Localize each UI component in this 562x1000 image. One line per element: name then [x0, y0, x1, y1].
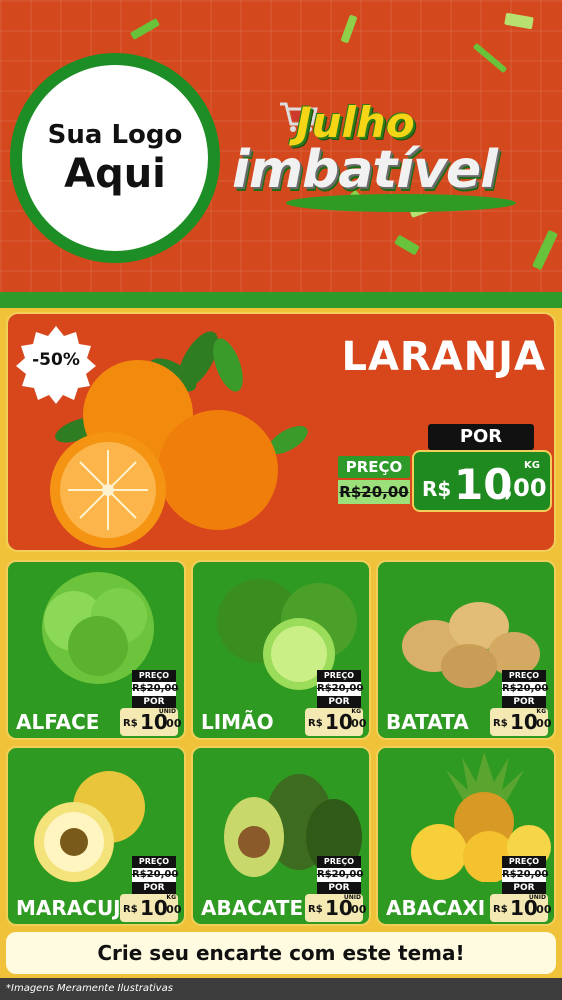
price-dec: ,00: [162, 903, 182, 916]
confetti: [394, 234, 420, 256]
hero-preco-label: PREÇO: [338, 456, 410, 478]
por-label: POR: [317, 882, 361, 894]
confetti: [532, 229, 558, 271]
por-label: POR: [502, 696, 546, 708]
logo-placeholder[interactable]: Sua Logo Aqui: [22, 65, 208, 251]
confetti: [340, 14, 358, 44]
product-name: LIMÃO: [201, 710, 274, 734]
unit: KG: [351, 708, 361, 715]
hero-currency: R$: [422, 477, 452, 501]
new-price-box: R$ 10 ,00 UNID: [490, 894, 552, 922]
header-stripe: [0, 292, 562, 308]
discount-badge-label: -50%: [32, 350, 80, 370]
unit: UNID: [343, 894, 361, 901]
product-name: ALFACE: [16, 710, 100, 734]
price-dec: ,00: [532, 717, 552, 730]
old-price: R$20,00: [317, 682, 364, 696]
confetti: [472, 42, 508, 74]
product-name: MARACUJÁ: [16, 896, 137, 920]
product-name: ABACATE: [201, 896, 304, 920]
featured-product-card[interactable]: -50% LARANJA PREÇO R$20,00 POR R$ 10 ,00…: [6, 312, 556, 552]
old-price: R$20,00: [502, 868, 549, 882]
unit: UNID: [158, 708, 176, 715]
product-name: ABACAXI: [386, 896, 486, 920]
unit: KG: [166, 894, 176, 901]
currency: R$: [493, 904, 508, 915]
product-card[interactable]: ALFACE PREÇO R$20,00 POR R$ 10 ,00 UNID: [6, 560, 186, 740]
old-price: R$20,00: [502, 682, 549, 696]
product-card[interactable]: BATATA PREÇO R$20,00 POR R$ 10 ,00 KG: [376, 560, 556, 740]
hero-por-label: POR: [428, 424, 534, 450]
por-label: POR: [502, 882, 546, 894]
price-dec: ,00: [347, 903, 367, 916]
logo-line-2: Aqui: [64, 151, 166, 197]
currency: R$: [308, 904, 323, 915]
new-price-box: R$ 10 ,00 UNID: [305, 894, 367, 922]
cta-banner[interactable]: Crie seu encarte com este tema!: [6, 932, 556, 974]
por-label: POR: [132, 882, 176, 894]
currency: R$: [308, 718, 323, 729]
hero-old-price: R$20,00: [338, 480, 410, 504]
currency: R$: [123, 904, 138, 915]
old-price: R$20,00: [132, 868, 179, 882]
footer-disclaimer: *Imagens Meramente Ilustrativas: [0, 978, 562, 1000]
old-price: R$20,00: [317, 868, 364, 882]
hero-price-dec: ,00: [504, 474, 547, 502]
preco-label: PREÇO: [317, 670, 361, 682]
por-label: POR: [132, 696, 176, 708]
unit: UNID: [528, 894, 546, 901]
product-card[interactable]: ABACATE PREÇO R$20,00 POR R$ 10 ,00 UNID: [191, 746, 371, 926]
por-label: POR: [317, 696, 361, 708]
old-price: R$20,00: [132, 682, 179, 696]
new-price-box: R$ 10 ,00 KG: [490, 708, 552, 736]
preco-label: PREÇO: [502, 856, 546, 868]
currency: R$: [123, 718, 138, 729]
preco-label: PREÇO: [132, 670, 176, 682]
new-price-box: R$ 10 ,00 UNID: [120, 708, 182, 736]
hero-unit: KG: [524, 460, 540, 471]
header: Sua Logo Aqui Julho imbatível: [0, 0, 562, 300]
preco-label: PREÇO: [317, 856, 361, 868]
new-price-box: R$ 10 ,00 KG: [305, 708, 367, 736]
product-card[interactable]: MARACUJÁ PREÇO R$20,00 POR R$ 10 ,00 KG: [6, 746, 186, 926]
new-price-box: R$ 10 ,00 KG: [120, 894, 182, 922]
logo-line-1: Sua Logo: [47, 120, 183, 150]
title-line-2: imbatível: [232, 140, 498, 200]
preco-label: PREÇO: [132, 856, 176, 868]
featured-product-name: LARANJA: [341, 334, 546, 380]
price-dec: ,00: [532, 903, 552, 916]
campaign-title: Julho imbatível: [226, 90, 556, 220]
product-card[interactable]: LIMÃO PREÇO R$20,00 POR R$ 10 ,00 KG: [191, 560, 371, 740]
currency: R$: [493, 718, 508, 729]
unit: KG: [536, 708, 546, 715]
product-card[interactable]: ABACAXI PREÇO R$20,00 POR R$ 10 ,00 UNID: [376, 746, 556, 926]
product-name: BATATA: [386, 710, 469, 734]
preco-label: PREÇO: [502, 670, 546, 682]
confetti: [504, 12, 534, 30]
price-dec: ,00: [162, 717, 182, 730]
price-dec: ,00: [347, 717, 367, 730]
confetti: [130, 18, 160, 40]
hero-new-price-box: R$ 10 ,00 KG: [412, 450, 552, 512]
